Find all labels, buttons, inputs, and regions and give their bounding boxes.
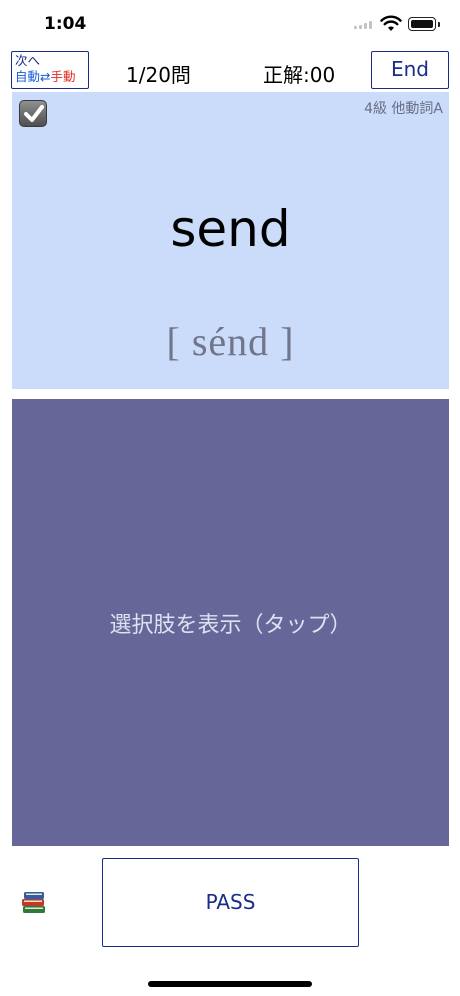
wifi-icon xyxy=(380,15,402,31)
word-card: 4級 他動詞A send [ sénd ] xyxy=(12,92,449,389)
vocabulary-word: send xyxy=(170,200,291,258)
books-icon[interactable] xyxy=(20,888,48,916)
status-time: 1:04 xyxy=(44,14,87,34)
next-mode-toggle-button[interactable]: 次へ 自動⇄手動 xyxy=(11,51,89,89)
status-bar: 1:04 xyxy=(0,0,460,50)
word-category-tag: 4級 他動詞A xyxy=(364,101,443,117)
toggle-arrow-icon: ⇄ xyxy=(40,69,51,84)
battery-icon xyxy=(408,17,440,31)
show-choices-label: 選択肢を表示（タップ） xyxy=(109,613,352,638)
end-button[interactable]: End xyxy=(371,51,449,89)
show-choices-panel[interactable]: 選択肢を表示（タップ） xyxy=(12,399,449,846)
auto-label: 自動 xyxy=(15,69,41,84)
question-progress: 1/20問 xyxy=(126,63,191,87)
manual-label: 手動 xyxy=(50,69,76,84)
home-indicator xyxy=(148,981,312,987)
signal-icon xyxy=(354,21,374,29)
correct-count: 正解:00 xyxy=(263,63,336,87)
pass-button[interactable]: PASS xyxy=(102,858,359,947)
next-label: 次へ xyxy=(15,53,41,68)
pronunciation: [ sénd ] xyxy=(166,319,295,364)
checkbox-icon[interactable] xyxy=(19,100,47,127)
